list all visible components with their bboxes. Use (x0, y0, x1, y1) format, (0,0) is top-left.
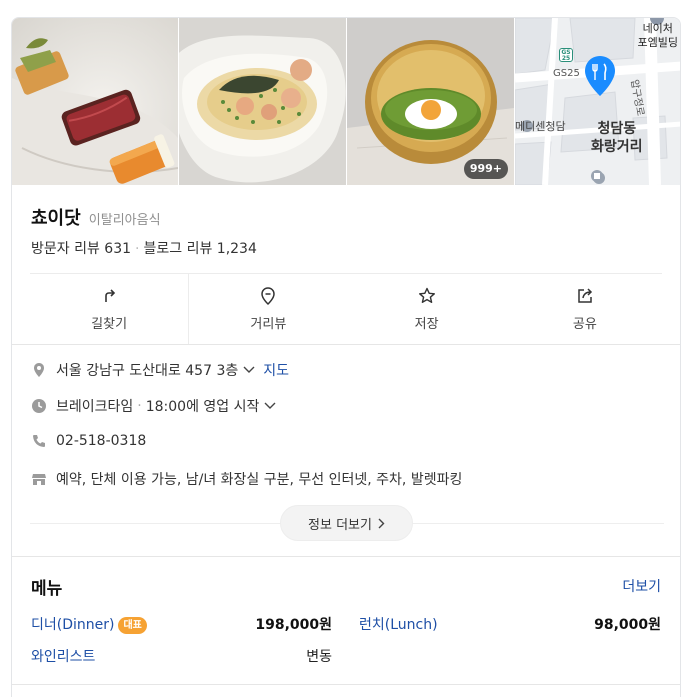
menu-item-price: 변동 (306, 649, 332, 665)
visitor-reviews-link[interactable]: 방문자 리뷰 631 (31, 241, 131, 257)
save-button[interactable]: 저장 (348, 274, 506, 344)
more-info-label: 정보 더보기 (308, 517, 372, 533)
menu-item-name: 디너(Dinner) (31, 617, 115, 633)
review-summary: 방문자 리뷰 631 · 블로그 리뷰 1,234 (31, 238, 257, 258)
divider (12, 344, 680, 345)
phone-number[interactable]: 02-518-0318 (56, 433, 146, 449)
photo-strip: 999+ 네이처 포엠빌딩 GS 25 GS25 압구정로 메디센청담 청담동 … (12, 18, 680, 185)
more-info-button[interactable]: 정보 더보기 (280, 505, 413, 541)
map-label-building-left: 메디센청담 (515, 120, 566, 133)
action-bar: 길찾기 거리뷰 저장 공유 (30, 274, 664, 344)
representative-badge: 대표 (118, 617, 147, 634)
address-row: 서울 강남구 도산대로 457 3층 지도 (31, 360, 289, 380)
share-button[interactable]: 공유 (506, 274, 664, 344)
menu-item-wine[interactable]: 와인리스트 (31, 646, 95, 666)
menu-item-name: 와인리스트 (31, 649, 96, 665)
mini-map[interactable]: 네이처 포엠빌딩 GS 25 GS25 압구정로 메디센청담 청담동 화랑거리 (515, 18, 680, 185)
hours-row: 브레이크타임 · 18:00에 영업 시작 (31, 396, 276, 416)
place-card: 999+ 네이처 포엠빌딩 GS 25 GS25 압구정로 메디센청담 청담동 … (11, 17, 681, 697)
chevron-down-icon[interactable] (264, 402, 276, 410)
map-label-area: 청담동 화랑거리 (591, 121, 643, 155)
clock-icon (32, 399, 46, 413)
photo-egg-soup[interactable]: 999+ (347, 18, 514, 185)
map-label-building: 네이처 포엠빌딩 (637, 22, 678, 49)
blog-reviews-link[interactable]: 블로그 리뷰 1,234 (143, 241, 256, 257)
share-label: 공유 (572, 317, 597, 332)
hours-detail[interactable]: 18:00에 영업 시작 (146, 396, 260, 416)
photo-count-badge[interactable]: 999+ (463, 159, 508, 179)
phone-row: 02-518-0318 (31, 433, 146, 449)
photo-pasta[interactable] (179, 18, 346, 185)
menu-item-price: 198,000원 (255, 617, 332, 633)
directions-icon (105, 289, 116, 302)
store-icon (32, 474, 46, 485)
place-title-row: 쵸이닷 이탈리아음식 (31, 204, 161, 230)
divider (12, 556, 680, 557)
save-label: 저장 (414, 317, 439, 332)
share-icon (578, 288, 592, 303)
amenities-text: 예약, 단체 이용 가능, 남/녀 화장실 구분, 무선 인터넷, 주차, 발렛… (56, 472, 463, 488)
place-category: 이탈리아음식 (88, 213, 161, 228)
amenities-row: 예약, 단체 이용 가능, 남/녀 화장실 구분, 무선 인터넷, 주차, 발렛… (31, 469, 462, 489)
divider (12, 684, 680, 685)
streetview-label: 거리뷰 (250, 317, 287, 332)
streetview-pin-icon (261, 287, 276, 306)
gs25-icon: GS 25 (559, 48, 573, 62)
hours-separator: · (137, 398, 142, 414)
menu-more-link[interactable]: 더보기 (622, 576, 661, 596)
directions-button[interactable]: 길찾기 (30, 274, 188, 344)
map-label-gs25: GS25 (553, 68, 580, 79)
map-link[interactable]: 지도 (263, 360, 289, 380)
map-marker-icon (591, 170, 603, 182)
menu-section-title: 메뉴 (31, 579, 63, 599)
streetview-button[interactable]: 거리뷰 (188, 274, 347, 344)
menu-item-lunch[interactable]: 런치(Lunch) (359, 614, 438, 634)
star-icon (418, 287, 435, 303)
directions-label: 길찾기 (91, 317, 128, 332)
address-text[interactable]: 서울 강남구 도산대로 457 3층 (56, 360, 238, 380)
menu-item-price: 98,000원 (594, 617, 661, 633)
map-pin-icon[interactable] (583, 54, 617, 98)
phone-icon (33, 435, 45, 447)
chevron-right-icon (378, 518, 385, 528)
place-name: 쵸이닷 (31, 208, 81, 229)
menu-item-name: 런치(Lunch) (359, 617, 438, 633)
review-separator: · (135, 241, 140, 257)
menu-item-dinner[interactable]: 디너(Dinner) 대표 (31, 614, 147, 634)
photo-steak[interactable] (12, 18, 178, 185)
hours-status[interactable]: 브레이크타임 (56, 396, 133, 416)
location-pin-icon (34, 363, 44, 377)
chevron-down-icon[interactable] (243, 366, 255, 374)
